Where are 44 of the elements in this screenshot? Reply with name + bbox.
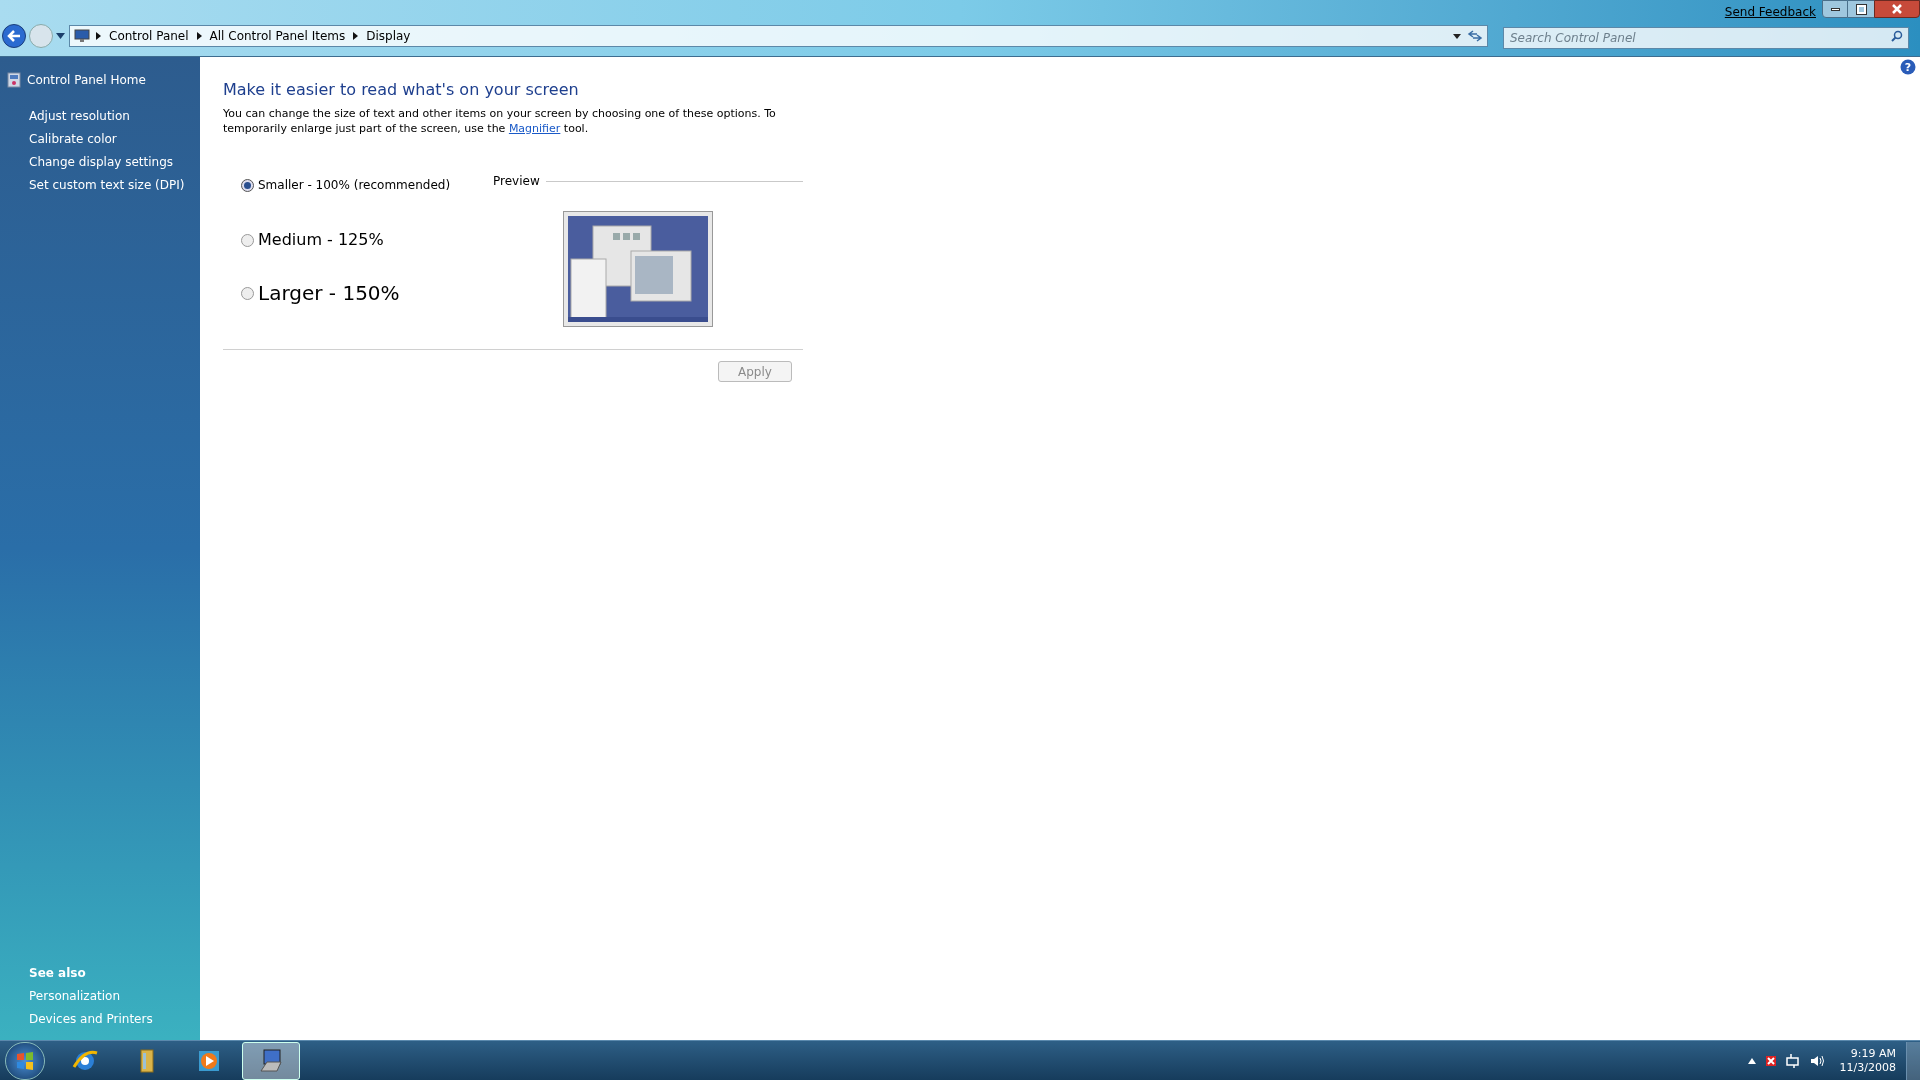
breadcrumb-arrow-icon[interactable] <box>353 32 359 40</box>
display-settings-icon <box>257 1046 285 1075</box>
page-heading: Make it easier to read what's on your screen <box>223 79 580 101</box>
close-icon <box>1892 4 1902 14</box>
preview-label: Preview <box>493 173 540 190</box>
flag-warning-icon[interactable] <box>1763 1053 1778 1068</box>
search-icon[interactable] <box>1891 30 1903 42</box>
size-option-radio[interactable]: Medium - 125% <box>241 228 384 252</box>
send-feedback-link[interactable]: Send Feedback <box>1724 3 1816 21</box>
breadcrumb-item[interactable]: Control Panel <box>109 27 189 45</box>
magnifier-link[interactable]: Magnifier <box>508 122 561 135</box>
windows-logo-icon <box>15 1050 35 1071</box>
speaker-icon[interactable] <box>1809 1053 1826 1068</box>
sidebar-task-link[interactable]: Change display settings <box>29 153 200 171</box>
sidebar-task-link[interactable]: Calibrate color <box>29 130 200 148</box>
start-button[interactable] <box>5 1041 45 1080</box>
breadcrumb-arrow-icon[interactable] <box>96 32 101 40</box>
help-icon[interactable]: ? <box>1900 59 1916 75</box>
back-arrow-icon <box>7 30 21 42</box>
sidebar-task-link[interactable]: Set custom text size (DPI) <box>29 176 200 194</box>
search-field[interactable]: Search Control Panel <box>1503 27 1909 49</box>
network-icon[interactable] <box>1785 1053 1802 1068</box>
control-panel-icon <box>7 72 21 88</box>
address-bar[interactable]: Control Panel All Control Panel Items Display <box>69 25 1488 47</box>
size-option-radio[interactable]: Smaller - 100% (recommended) <box>241 176 451 194</box>
size-option-radio[interactable]: Larger - 150% <box>241 278 400 308</box>
close-button[interactable] <box>1874 0 1920 18</box>
breadcrumb-item[interactable]: All Control Panel Items <box>209 27 346 45</box>
show-hidden-icons-arrow-icon[interactable] <box>1747 1057 1756 1064</box>
back-button[interactable] <box>2 24 26 48</box>
minimize-button[interactable] <box>1822 0 1848 18</box>
breadcrumb-item[interactable]: Display <box>366 27 411 45</box>
breadcrumb-arrow-icon[interactable] <box>196 32 202 40</box>
control-panel-home-link[interactable]: Control Panel Home <box>27 71 146 89</box>
dropdown-caret-icon[interactable] <box>1453 33 1461 39</box>
refresh-icon[interactable] <box>1467 29 1483 43</box>
restore-button[interactable] <box>1848 0 1874 18</box>
sidebar-task-link[interactable]: Adjust resolution <box>29 107 200 125</box>
recent-pages-caret-icon[interactable] <box>56 31 66 41</box>
description-text: You can change the size of text and other items on your screen by choosing one of these options. To temporarily enlarge just part of the screen, use the Magnifier tool. <box>223 106 777 136</box>
computer-icon <box>74 29 90 43</box>
clock[interactable]: 9:19 AM 11/3/2008 <box>1839 1046 1896 1075</box>
taskbar-app-button[interactable] <box>242 1041 300 1080</box>
see-also-heading: See also <box>29 965 87 982</box>
